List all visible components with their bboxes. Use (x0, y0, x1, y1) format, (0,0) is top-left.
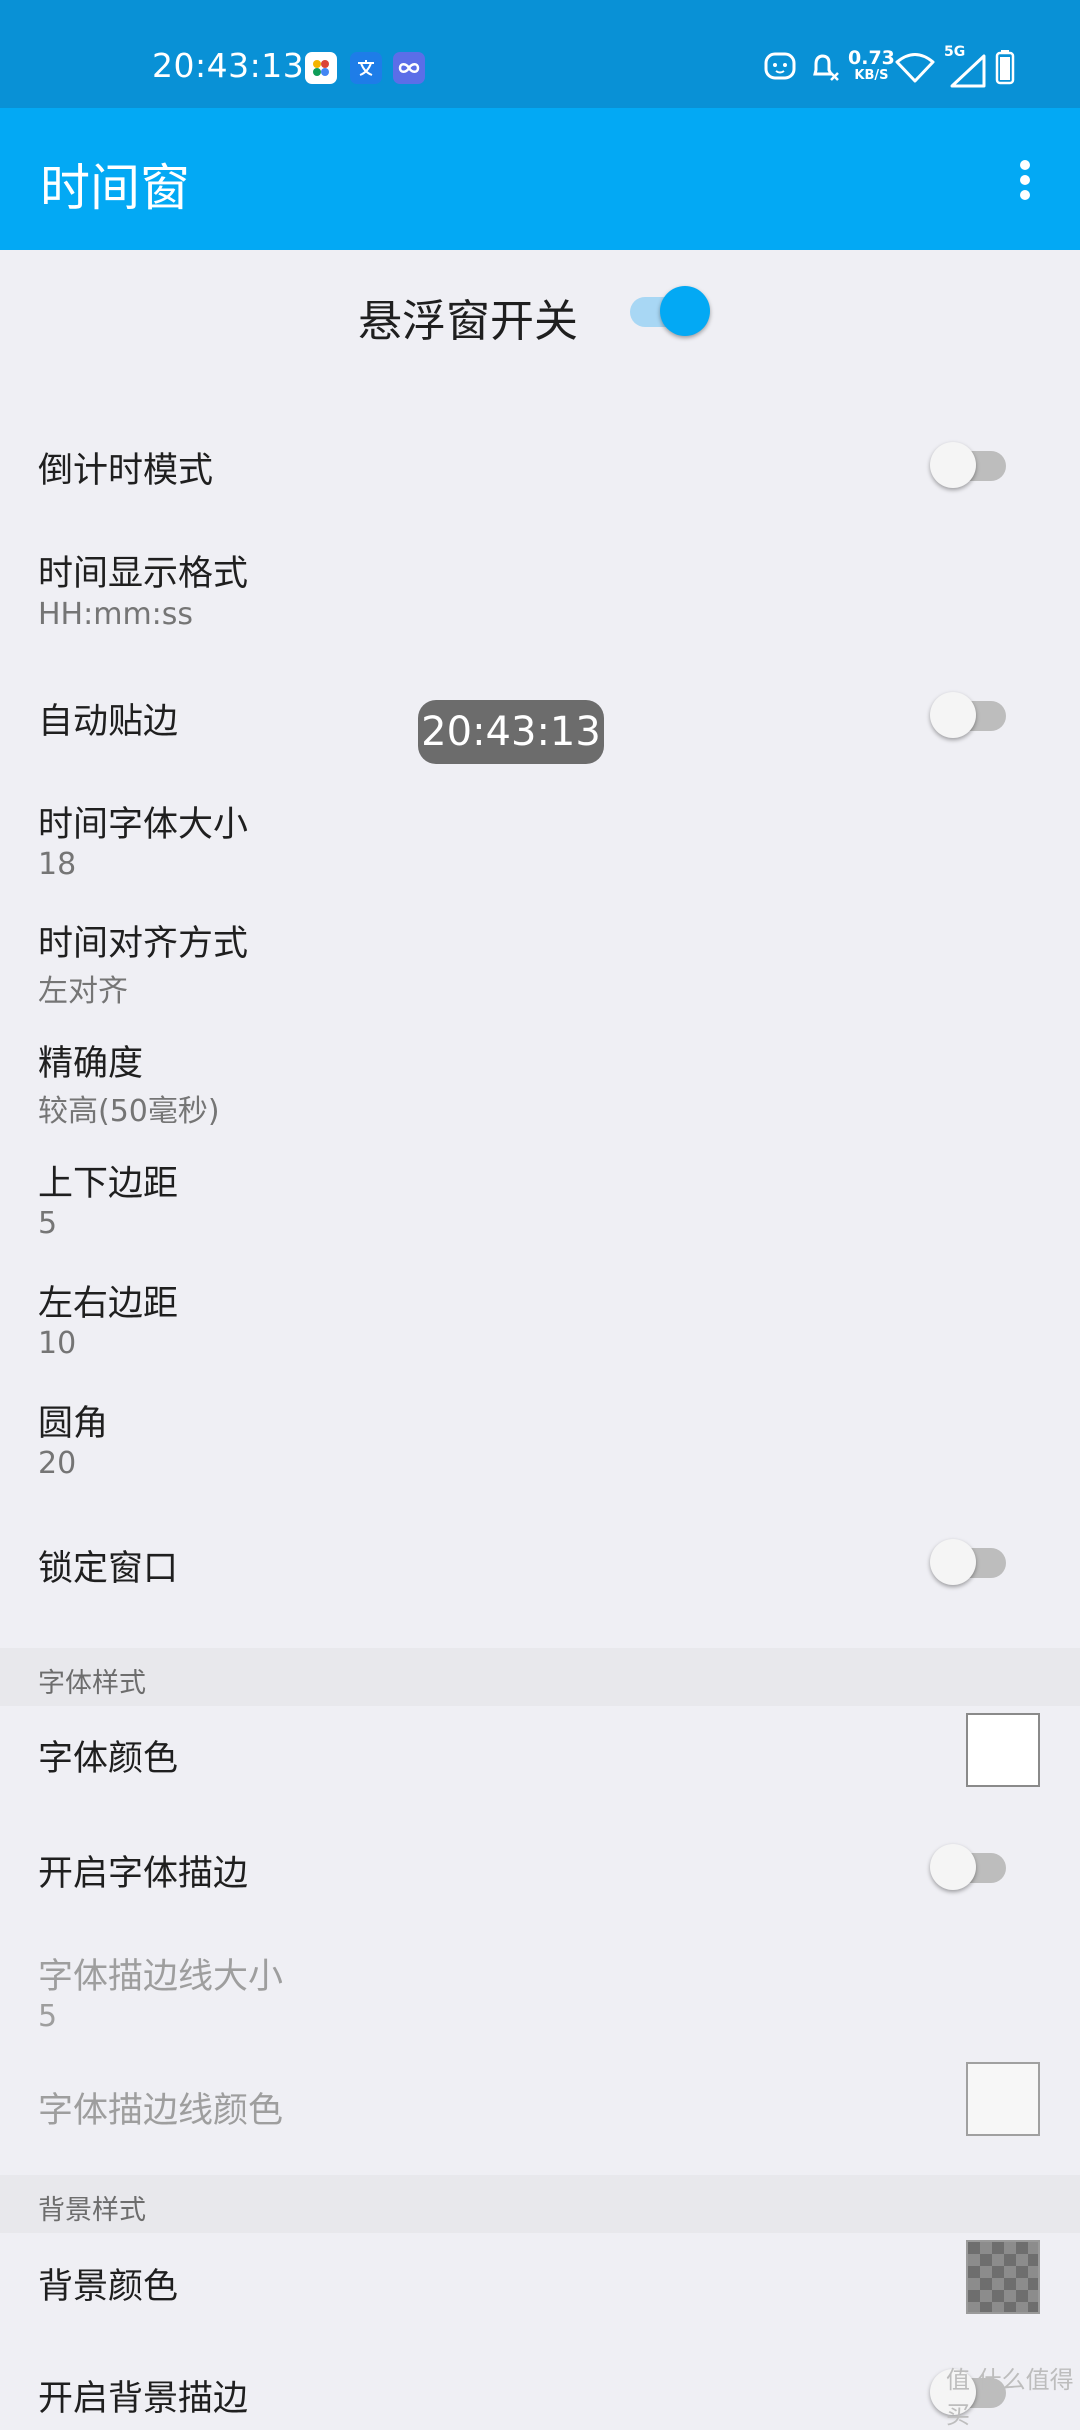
pref-title: 精确度 (38, 1044, 144, 1084)
section-title: 字体样式 (38, 1668, 146, 1699)
pref-title: 时间显示格式 (38, 554, 249, 594)
pref-title: 开启背景描边 (38, 2379, 249, 2419)
pref-title: 字体颜色 (38, 1739, 179, 1779)
pref-title: 锁定窗口 (38, 1549, 179, 1589)
auto-snap-switch[interactable] (930, 690, 1014, 740)
bell-muted-icon (806, 48, 842, 84)
switch-thumb (930, 442, 976, 488)
face-icon (762, 48, 798, 84)
network-speed: 0.73 KB/S (848, 48, 895, 84)
pref-title: 倒计时模式 (38, 451, 214, 491)
pref-title: 字体描边线颜色 (38, 2091, 284, 2131)
floating-window-switch[interactable] (626, 286, 714, 336)
font-stroke-switch[interactable] (930, 1842, 1014, 1892)
app-title: 时间窗 (40, 159, 190, 217)
translate-app-icon (350, 52, 382, 84)
infinity-app-icon (393, 52, 425, 84)
pref-summary: 较高(50毫秒) (38, 1094, 220, 1129)
countdown-mode-switch[interactable] (930, 440, 1014, 490)
switch-thumb (930, 1844, 976, 1890)
floating-window-switch-label: 悬浮窗开关 (358, 296, 578, 347)
pref-title: 开启字体描边 (38, 1854, 249, 1894)
pref-title: 圆角 (38, 1404, 109, 1444)
pref-summary: 18 (38, 847, 77, 882)
switch-thumb (930, 692, 976, 738)
pref-summary: 10 (38, 1326, 77, 1361)
switch-thumb (660, 286, 710, 336)
lock-window-switch[interactable] (930, 1537, 1014, 1587)
floating-clock-window[interactable]: 20:43:13 (418, 700, 604, 764)
pref-title: 字体描边线大小 (38, 1957, 284, 1997)
status-bar: 20:43:13 0.73 KB/S 5G (0, 0, 1080, 108)
pref-title: 左右边距 (38, 1284, 179, 1324)
pref-title: 上下边距 (38, 1164, 179, 1204)
speed-unit: KB/S (854, 68, 889, 83)
font-color-swatch[interactable] (966, 1713, 1040, 1787)
signal-icon: 5G (944, 44, 988, 90)
section-header-background-style: 背景样式 (0, 2175, 1080, 2233)
status-time: 20:43:13 (152, 46, 305, 85)
pref-title: 背景颜色 (38, 2267, 179, 2307)
speed-value: 0.73 (848, 47, 895, 69)
wifi-icon (893, 48, 937, 84)
battery-icon (994, 48, 1016, 86)
font-stroke-color-swatch (966, 2062, 1040, 2136)
pref-title: 自动贴边 (38, 702, 179, 742)
colorful-app-icon (305, 52, 337, 84)
app-bar: 时间窗 (0, 108, 1080, 250)
pref-summary: 20 (38, 1446, 77, 1481)
pref-title: 时间字体大小 (38, 805, 249, 845)
watermark: 值 什么值得买 (946, 2366, 1074, 2429)
pref-summary: HH:mm:ss (38, 597, 194, 632)
background-color-swatch[interactable] (966, 2240, 1040, 2314)
pref-summary: 5 (38, 1999, 58, 2034)
pref-summary: 左对齐 (38, 974, 128, 1009)
section-header-font-style: 字体样式 (0, 1648, 1080, 1706)
more-options-icon[interactable] (1004, 152, 1044, 208)
switch-thumb (930, 1539, 976, 1585)
section-title: 背景样式 (38, 2195, 146, 2226)
pref-title: 时间对齐方式 (38, 924, 249, 964)
pref-summary: 5 (38, 1206, 58, 1241)
